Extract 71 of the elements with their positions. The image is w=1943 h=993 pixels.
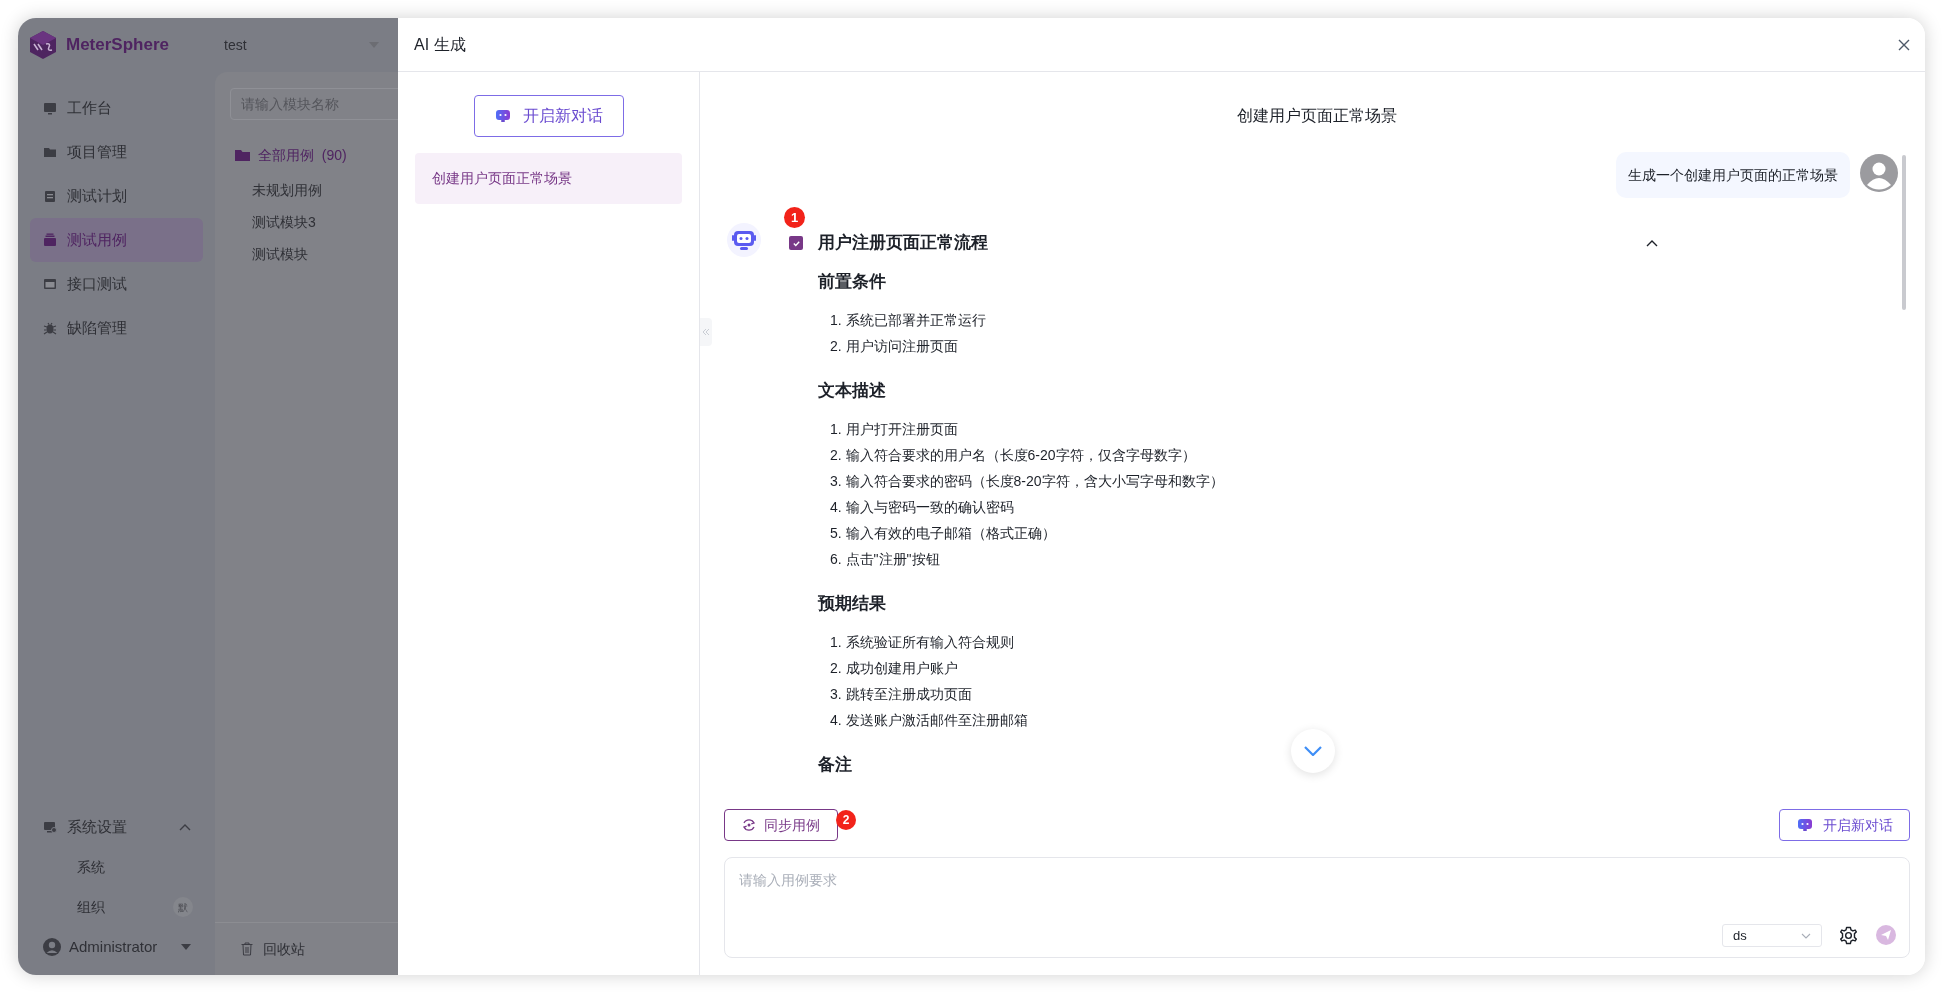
chevron-icon xyxy=(179,823,191,831)
step-badge: 2 xyxy=(836,810,856,830)
check-icon xyxy=(791,238,801,248)
nav-item[interactable]: 测试用例 xyxy=(30,218,203,262)
double-chevron-icon xyxy=(702,328,710,336)
collapse-chevron-icon[interactable] xyxy=(1646,239,1658,247)
prompt-input[interactable]: 请输入用例要求 ds xyxy=(724,857,1910,958)
model-select[interactable]: ds xyxy=(1722,924,1822,947)
settings-menu[interactable]: 系统设置 xyxy=(30,807,203,847)
history-item[interactable]: 创建用户页面正常场景 xyxy=(415,153,682,204)
list-item: 2. 输入符合要求的用户名（长度6-20字符，仅含字母数字） xyxy=(830,446,1197,465)
tree-node-label[interactable]: 未规划用例 xyxy=(252,179,322,201)
robot-icon xyxy=(732,229,756,251)
chat-title: 创建用户页面正常场景 xyxy=(1236,106,1398,126)
section-heading: 预期结果 xyxy=(818,593,887,615)
folder-icon xyxy=(235,149,250,161)
trash-icon xyxy=(241,942,253,956)
settings-subitem[interactable]: 系统 xyxy=(30,847,203,887)
sync-icon xyxy=(742,818,756,832)
tree-node-label[interactable]: 全部用例 (90) xyxy=(258,144,347,166)
step-badge: 1 xyxy=(784,207,805,228)
scroll-down-icon[interactable] xyxy=(1304,746,1322,756)
project-name: test xyxy=(224,35,247,55)
chevron-icon xyxy=(1801,932,1811,939)
clipboard-icon xyxy=(43,189,57,203)
scrollbar-thumb[interactable] xyxy=(1902,155,1906,310)
list-item: 1. 系统验证所有输入符合规则 xyxy=(830,633,1015,652)
stack-icon xyxy=(43,233,57,247)
section-heading: 文本描述 xyxy=(818,380,887,402)
chat-bubble-icon xyxy=(1796,818,1813,832)
chat-bubble-icon xyxy=(494,109,511,123)
list-item: 2. 用户访问注册页面 xyxy=(830,337,959,356)
monitor-icon xyxy=(43,820,57,834)
window-icon xyxy=(43,277,57,291)
recycle-bin-link[interactable]: 回收站 xyxy=(263,938,305,960)
bug-icon xyxy=(43,321,57,335)
user-avatar xyxy=(1860,154,1898,192)
list-item: 1. 系统已部署并正常运行 xyxy=(830,311,987,330)
user-name: Administrator xyxy=(69,936,159,957)
user-message: 生成一个创建用户页面的正常场景 xyxy=(1616,152,1850,198)
nav-item[interactable]: 测试计划 xyxy=(30,174,203,218)
monitor-icon xyxy=(43,101,57,115)
logo-icon xyxy=(28,30,58,60)
list-item: 1. 用户打开注册页面 xyxy=(830,420,959,439)
tree-node-label[interactable]: 测试模块3 xyxy=(252,211,316,233)
list-item: 4. 输入与密码一致的确认密码 xyxy=(830,498,1015,517)
list-item: 3. 输入符合要求的密码（长度8-20字符，含大小写字母和数字） xyxy=(830,472,1225,491)
sync-cases-button[interactable]: 同步用例 xyxy=(724,809,838,841)
list-item: 4. 发送账户激活邮件至注册邮箱 xyxy=(830,711,1029,730)
section-heading: 前置条件 xyxy=(818,271,887,293)
folder-icon xyxy=(43,145,57,159)
nav-item[interactable]: 接口测试 xyxy=(30,262,203,306)
nav-item[interactable]: 缺陷管理 xyxy=(30,306,203,350)
nav-item[interactable]: 项目管理 xyxy=(30,130,203,174)
list-item: 5. 输入有效的电子邮箱（格式正确） xyxy=(830,524,1057,543)
app-logo-text: MeterSphere xyxy=(66,34,169,57)
new-chat-button[interactable]: 开启新对话 xyxy=(1779,809,1910,841)
list-item: 2. 成功创建用户账户 xyxy=(830,659,959,678)
avatar-icon xyxy=(43,938,61,956)
caret-icon xyxy=(181,944,191,950)
list-item: 6. 点击"注册"按钮 xyxy=(830,550,941,569)
drawer-title: AI 生成 xyxy=(414,34,466,55)
nav-item[interactable]: 工作台 xyxy=(30,86,203,130)
tree-node-label[interactable]: 测试模块 xyxy=(252,243,308,265)
close-icon[interactable] xyxy=(1897,37,1911,52)
settings-icon[interactable] xyxy=(1839,926,1858,945)
list-item: 3. 跳转至注册成功页面 xyxy=(830,685,973,704)
section-heading: 备注 xyxy=(818,754,853,776)
checkbox[interactable] xyxy=(789,236,803,250)
new-chat-button[interactable]: 开启新对话 xyxy=(473,95,624,137)
case-title: 用户注册页面正常流程 xyxy=(818,232,989,255)
